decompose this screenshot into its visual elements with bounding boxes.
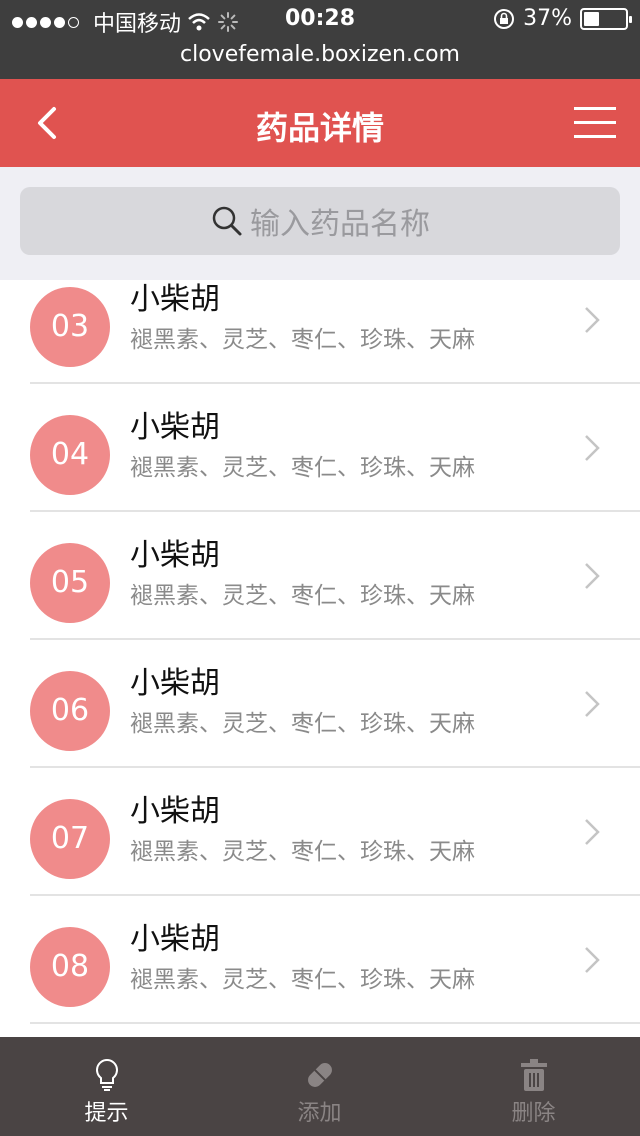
hamburger-menu-icon[interactable] bbox=[574, 105, 616, 141]
list-item[interactable]: 04 小柴胡 褪黑素、灵芝、枣仁、珍珠、天麻 bbox=[0, 384, 640, 512]
status-right: 37% bbox=[493, 6, 632, 31]
chevron-right-icon bbox=[585, 307, 600, 333]
divider bbox=[30, 1022, 640, 1024]
item-name: 小柴胡 bbox=[130, 410, 220, 445]
item-number-badge: 05 bbox=[30, 543, 110, 623]
rotation-lock-icon bbox=[494, 8, 515, 29]
navigation-bar: 药品详情 bbox=[0, 79, 640, 167]
item-name: 小柴胡 bbox=[130, 538, 220, 573]
item-ingredients: 褪黑素、灵芝、枣仁、珍珠、天麻 bbox=[130, 327, 475, 353]
tab-label: 添加 bbox=[297, 1101, 342, 1126]
item-ingredients: 褪黑素、灵芝、枣仁、珍珠、天麻 bbox=[130, 839, 475, 865]
search-area: 输入药品名称 bbox=[0, 167, 640, 280]
item-number-badge: 07 bbox=[30, 799, 110, 879]
list-item[interactable]: 07 小柴胡 褪黑素、灵芝、枣仁、珍珠、天麻 bbox=[0, 768, 640, 896]
item-name: 小柴胡 bbox=[130, 282, 220, 317]
chevron-right-icon bbox=[585, 819, 600, 845]
list-item[interactable]: 06 小柴胡 褪黑素、灵芝、枣仁、珍珠、天麻 bbox=[0, 640, 640, 768]
item-number-badge: 08 bbox=[30, 927, 110, 1007]
item-ingredients: 褪黑素、灵芝、枣仁、珍珠、天麻 bbox=[130, 455, 475, 481]
chevron-right-icon bbox=[585, 435, 600, 461]
item-name: 小柴胡 bbox=[130, 922, 220, 957]
tab-tips[interactable]: 提示 bbox=[0, 1037, 213, 1136]
tab-add[interactable]: 添加 bbox=[213, 1037, 426, 1136]
item-name: 小柴胡 bbox=[130, 666, 220, 701]
chevron-right-icon bbox=[585, 947, 600, 973]
item-number-badge: 03 bbox=[30, 287, 110, 367]
item-ingredients: 褪黑素、灵芝、枣仁、珍珠、天麻 bbox=[130, 967, 475, 993]
tab-label: 提示 bbox=[84, 1101, 129, 1126]
chevron-right-icon bbox=[585, 691, 600, 717]
battery-level-fill bbox=[584, 11, 599, 26]
battery-percentage: 37% bbox=[523, 6, 572, 31]
trash-icon bbox=[520, 1059, 547, 1091]
tab-delete[interactable]: 删除 bbox=[427, 1037, 640, 1136]
search-input[interactable]: 输入药品名称 bbox=[20, 187, 620, 255]
search-placeholder: 输入药品名称 bbox=[250, 207, 430, 242]
list-item[interactable]: 08 小柴胡 褪黑素、灵芝、枣仁、珍珠、天麻 bbox=[0, 896, 640, 1024]
pill-icon bbox=[307, 1063, 332, 1087]
page-title: 药品详情 bbox=[255, 109, 384, 147]
url-bar[interactable]: clovefemale.boxizen.com bbox=[0, 40, 640, 79]
item-number-badge: 06 bbox=[30, 671, 110, 751]
list-item[interactable]: 03 小柴胡 褪黑素、灵芝、枣仁、珍珠、天麻 bbox=[0, 280, 640, 384]
item-ingredients: 褪黑素、灵芝、枣仁、珍珠、天麻 bbox=[130, 583, 475, 609]
chevron-right-icon bbox=[585, 563, 600, 589]
battery-icon bbox=[580, 7, 632, 30]
search-icon bbox=[212, 206, 242, 236]
status-bar: 中国移动 00:28 37% bbox=[0, 0, 640, 40]
lightbulb-icon bbox=[95, 1058, 118, 1091]
item-ingredients: 褪黑素、灵芝、枣仁、珍珠、天麻 bbox=[130, 711, 475, 737]
medicine-list: 03 小柴胡 褪黑素、灵芝、枣仁、珍珠、天麻 04 小柴胡 褪黑素、灵芝、枣仁、… bbox=[0, 280, 640, 1037]
bottom-tab-bar: 提示 添加 删除 bbox=[0, 1037, 640, 1136]
item-number-badge: 04 bbox=[30, 415, 110, 495]
item-name: 小柴胡 bbox=[130, 794, 220, 829]
list-item[interactable]: 05 小柴胡 褪黑素、灵芝、枣仁、珍珠、天麻 bbox=[0, 512, 640, 640]
tab-label: 删除 bbox=[511, 1101, 556, 1126]
